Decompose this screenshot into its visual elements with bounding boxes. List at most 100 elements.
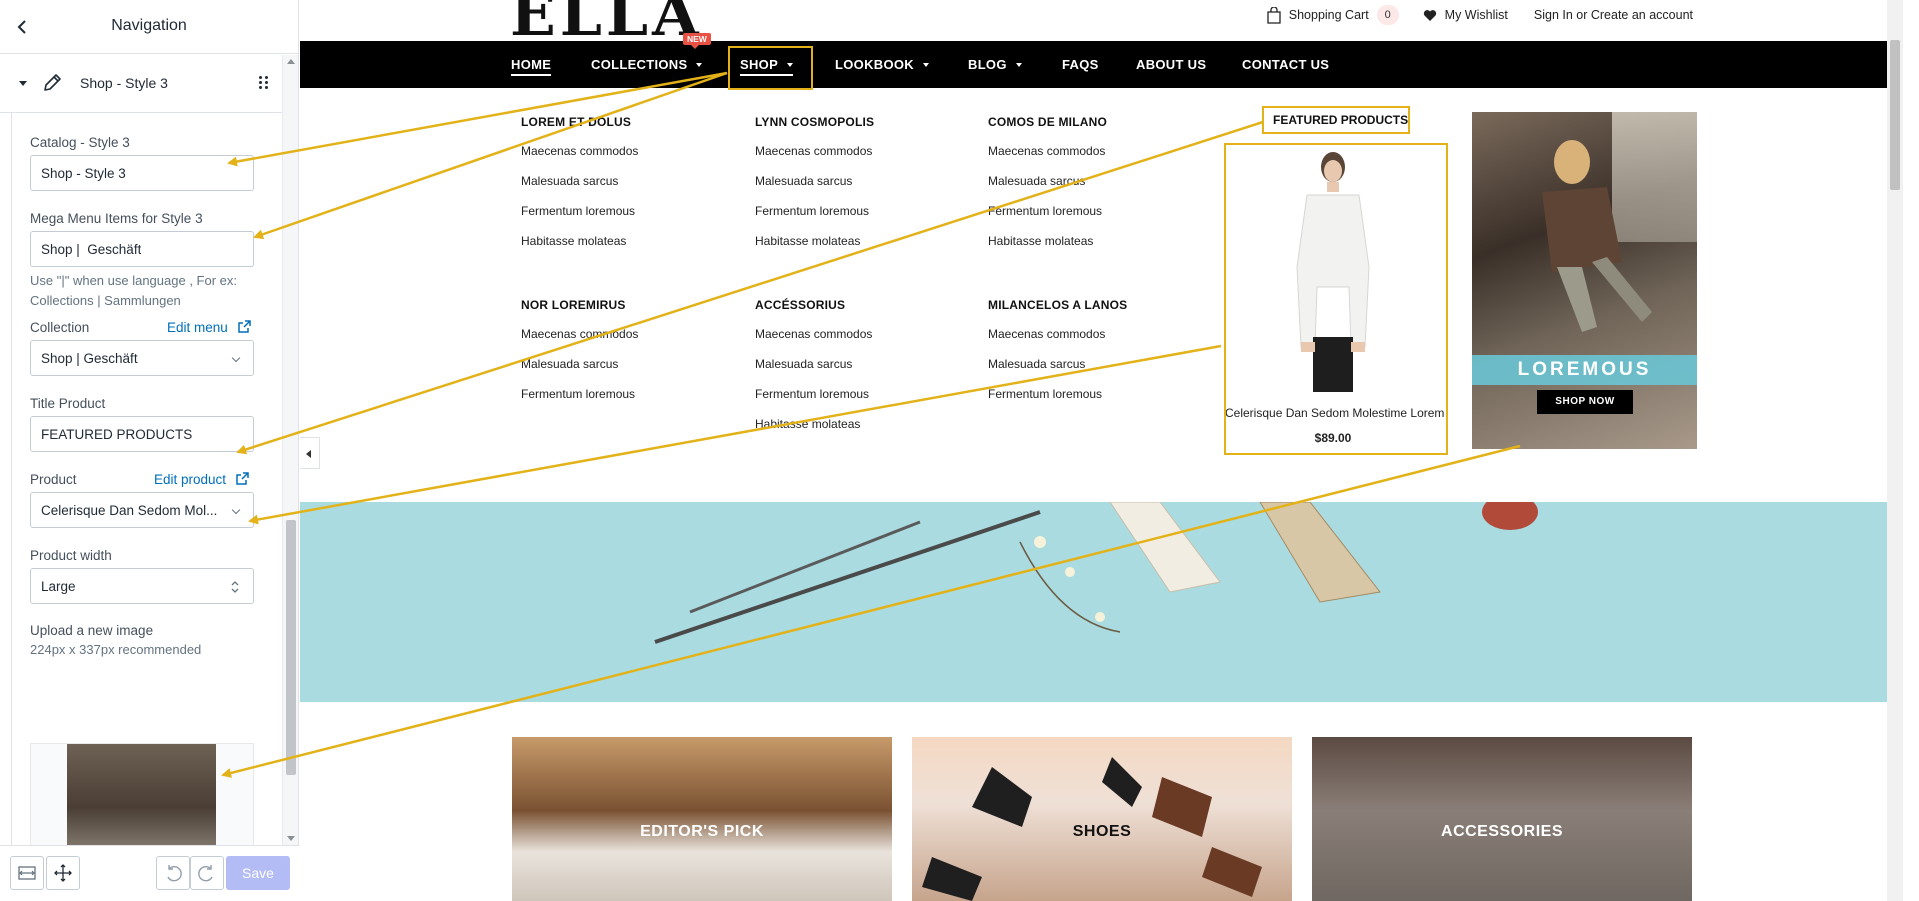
page-scrollbar-thumb[interactable]	[1890, 40, 1900, 190]
category-tile-shoes[interactable]: SHOES	[912, 737, 1292, 901]
dropdown-caret-icon	[922, 63, 929, 67]
sidebar-header: Navigation	[0, 0, 298, 54]
mega-link[interactable]: Malesuada sarcus	[521, 174, 721, 204]
mega-link[interactable]: Malesuada sarcus	[988, 174, 1188, 204]
mega-column-heading: MILANCELOS A LANOS	[988, 298, 1128, 312]
upload-label: Upload a new image	[30, 623, 154, 638]
mega-link[interactable]: Maecenas commodos	[521, 327, 721, 357]
mega-column-heading: COMOS DE MILANO	[988, 115, 1107, 129]
header-links: Shopping Cart 0 My Wishlist Sign In or C…	[1267, 5, 1693, 25]
category-tile-editors-pick[interactable]: EDITOR'S PICK	[512, 737, 892, 901]
mega-link[interactable]: Maecenas commodos	[988, 144, 1188, 174]
category-tile-accessories[interactable]: ACCESSORIES	[1312, 737, 1692, 901]
mega-link[interactable]: Maecenas commodos	[521, 144, 721, 174]
mega-link[interactable]: Habitasse molateas	[755, 234, 955, 264]
mega-link[interactable]: Fermentum loremous	[755, 387, 955, 417]
redo-icon	[198, 865, 213, 882]
mega-column: NOR LOREMIRUS Maecenas commodos Malesuad…	[521, 298, 721, 417]
mega-column: LOREM ET DOLUS Maecenas commodos Malesua…	[521, 115, 721, 264]
save-button[interactable]: Save	[226, 856, 290, 890]
wishlist-link[interactable]: My Wishlist	[1423, 8, 1508, 22]
mega-link[interactable]: Malesuada sarcus	[755, 357, 955, 387]
mega-link[interactable]: Maecenas commodos	[988, 327, 1188, 357]
mega-menu-label: Mega Menu Items for Style 3	[30, 211, 203, 226]
nav-lookbook[interactable]: LOOKBOOK	[835, 57, 929, 72]
product-width-label: Product width	[30, 548, 112, 563]
collapse-sidebar-toggle[interactable]	[300, 437, 320, 469]
block-label: Shop - Style 3	[80, 75, 168, 91]
heart-icon	[1423, 9, 1436, 21]
nav-faqs[interactable]: FAQS	[1062, 57, 1099, 72]
catalog-input[interactable]: Shop - Style 3	[30, 155, 254, 191]
highlight-featured-product	[1224, 143, 1448, 455]
mega-link[interactable]: Malesuada sarcus	[988, 357, 1188, 387]
block-settings: Catalog - Style 3 Shop - Style 3 Mega Me…	[11, 113, 283, 845]
undo-icon	[167, 865, 182, 882]
inspector-button[interactable]	[46, 856, 80, 890]
shopping-cart-link[interactable]: Shopping Cart 0	[1267, 5, 1399, 25]
sidebar-scrollbar[interactable]	[282, 55, 298, 845]
mega-link[interactable]: Fermentum loremous	[755, 204, 955, 234]
category-tile-label: SHOES	[1072, 823, 1132, 840]
hero-graphic	[654, 502, 1538, 644]
promo-banner-image[interactable]: LOREMOUS SHOP NOW	[1472, 112, 1697, 449]
edit-product-link[interactable]: Edit product	[154, 472, 249, 487]
editor-sidebar: Navigation Shop - Style 3 Catalog - Styl…	[0, 0, 299, 901]
mega-link[interactable]: Maecenas commodos	[755, 144, 955, 174]
nav-contact-us[interactable]: CONTACT US	[1242, 57, 1329, 72]
uploaded-image-preview[interactable]	[30, 743, 254, 845]
dropdown-caret-icon	[1015, 63, 1022, 67]
mega-column: LYNN COSMOPOLIS Maecenas commodos Malesu…	[755, 115, 955, 264]
mega-link[interactable]: Fermentum loremous	[988, 387, 1188, 417]
mega-menu-help: Use "|" when use language , For ex: Coll…	[30, 273, 237, 308]
pencil-icon	[44, 74, 61, 91]
highlight-featured-title	[1262, 106, 1410, 134]
account-link[interactable]: Sign In or Create an account	[1534, 8, 1693, 22]
page-scrollbar[interactable]	[1887, 0, 1903, 901]
mega-link[interactable]: Malesuada sarcus	[755, 174, 955, 204]
store-preview: ELLA Shopping Cart 0 My Wishlist Sign In…	[300, 0, 1903, 901]
mega-column-heading: LYNN COSMOPOLIS	[755, 115, 875, 129]
nav-blog[interactable]: BLOG	[968, 57, 1022, 72]
scroll-down-icon[interactable]	[287, 836, 295, 841]
mega-link[interactable]: Fermentum loremous	[988, 204, 1188, 234]
image-thumbnail	[67, 744, 216, 845]
drag-handle-icon[interactable]	[257, 74, 271, 92]
caret-down-icon[interactable]	[19, 81, 27, 86]
mega-link[interactable]: Maecenas commodos	[755, 327, 955, 357]
sidebar-title: Navigation	[111, 17, 187, 34]
nav-about-us[interactable]: ABOUT US	[1136, 57, 1206, 72]
promo-title-band: LOREMOUS	[1472, 355, 1697, 385]
mega-link[interactable]: Fermentum loremous	[521, 387, 721, 417]
scrollbar-thumb[interactable]	[286, 520, 296, 775]
mega-menu-input[interactable]: Shop | Geschäft	[30, 231, 254, 267]
edit-menu-link[interactable]: Edit menu	[167, 320, 251, 335]
mega-link[interactable]: Habitasse molateas	[988, 234, 1188, 264]
mega-column-heading: ACCÉSSORIUS	[755, 298, 846, 312]
nav-collections[interactable]: COLLECTIONS	[591, 57, 703, 72]
mega-column-heading: NOR LOREMIRUS	[521, 298, 626, 312]
new-badge: NEW	[683, 33, 711, 49]
sidebar-scroll-area: Shop - Style 3 Catalog - Style 3 Shop - …	[0, 55, 283, 845]
scroll-up-icon[interactable]	[287, 59, 295, 64]
undo-button[interactable]	[156, 856, 190, 890]
shopping-bag-icon	[1267, 6, 1281, 24]
product-width-select[interactable]: Large	[30, 568, 254, 604]
mega-link[interactable]: Habitasse molateas	[521, 234, 721, 264]
product-select[interactable]: Celerisque Dan Sedom Mol...	[30, 492, 254, 528]
model-figure-graphic	[1542, 140, 1652, 332]
shoes-graphic	[922, 757, 1262, 901]
title-product-input[interactable]: FEATURED PRODUCTS	[30, 416, 254, 452]
shop-now-button[interactable]: SHOP NOW	[1537, 390, 1633, 414]
fit-width-icon	[18, 866, 36, 880]
sidebar-footer: Save	[0, 845, 299, 901]
redo-button[interactable]	[190, 856, 224, 890]
mega-link[interactable]: Malesuada sarcus	[521, 357, 721, 387]
block-row-shop-style-3[interactable]: Shop - Style 3	[0, 55, 283, 113]
collection-select[interactable]: Shop | Geschäft	[30, 340, 254, 376]
nav-home[interactable]: HOME	[511, 57, 552, 76]
desktop-view-button[interactable]	[10, 856, 44, 890]
mega-link[interactable]: Habitasse molateas	[755, 417, 955, 447]
title-product-label: Title Product	[30, 396, 106, 411]
mega-link[interactable]: Fermentum loremous	[521, 204, 721, 234]
